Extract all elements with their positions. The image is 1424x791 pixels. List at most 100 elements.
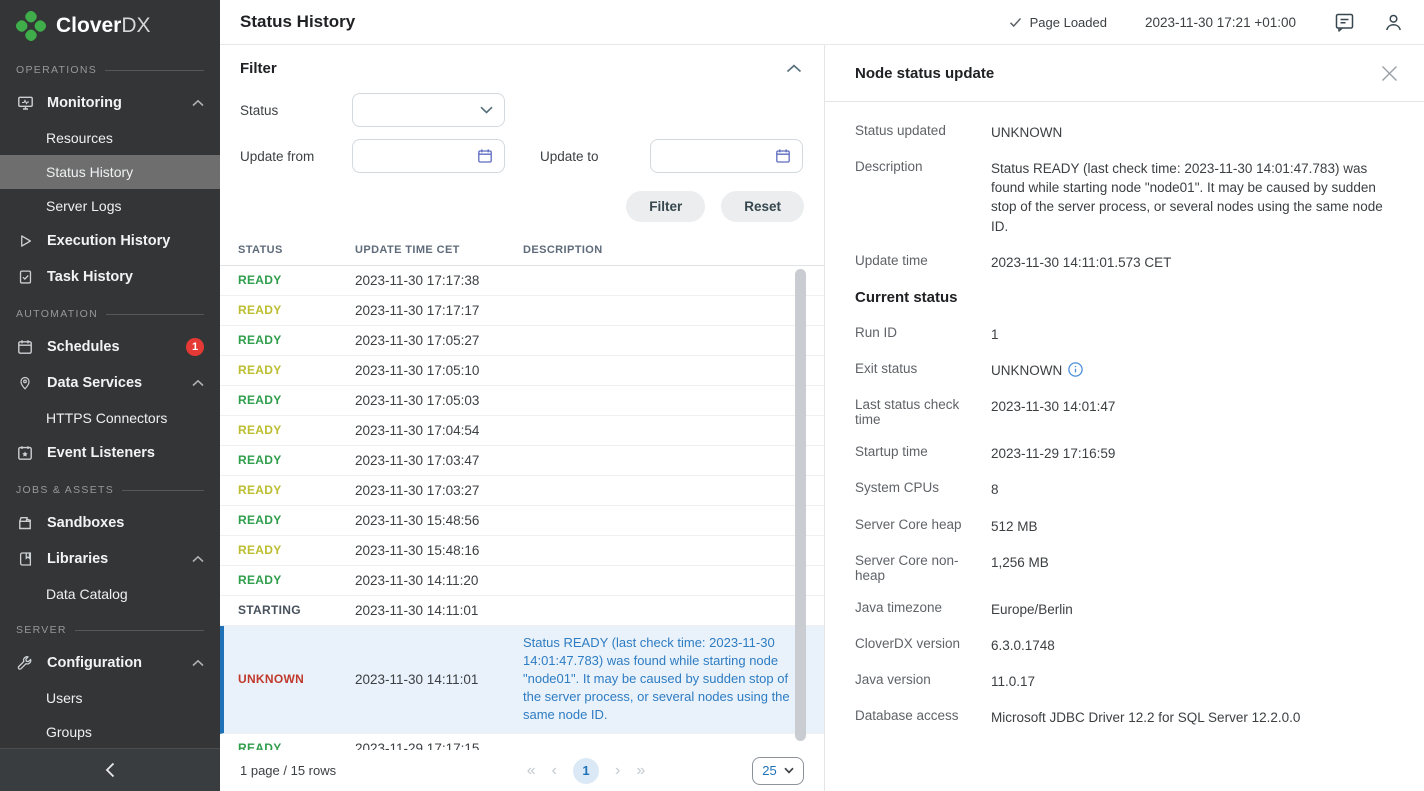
table-row[interactable]: READY 2023-11-30 17:05:10	[220, 356, 824, 386]
main-area: Status History Page Loaded 2023-11-30 17…	[220, 0, 1424, 791]
update-time-cell: 2023-11-30 17:17:17	[355, 303, 523, 318]
sidebar-item-data-catalog[interactable]: Data Catalog	[0, 577, 220, 611]
table-row[interactable]: READY 2023-11-30 17:05:03	[220, 386, 824, 416]
sidebar-item-schedules[interactable]: Schedules 1	[0, 329, 220, 365]
table-row[interactable]: READY 2023-11-30 14:11:20	[220, 566, 824, 596]
sidebar-item-label: Schedules	[47, 339, 173, 355]
table-row[interactable]: READY 2023-11-29 17:17:15	[220, 734, 824, 750]
sidebar-item-execution-history[interactable]: Execution History	[0, 223, 220, 259]
data-services-pin-icon	[16, 375, 34, 391]
sidebar-item-label: Data Services	[47, 375, 179, 391]
table-row[interactable]: READY 2023-11-30 17:03:27	[220, 476, 824, 506]
sidebar-item-groups[interactable]: Groups	[0, 715, 220, 748]
update-from-input[interactable]	[352, 139, 505, 173]
table-row[interactable]: READY 2023-11-30 15:48:56	[220, 506, 824, 536]
sidebar-item-users[interactable]: Users	[0, 681, 220, 715]
pagination-bar: 1 page / 15 rows « ‹ 1 › » 25	[220, 750, 824, 791]
update-time-cell: 2023-11-30 17:03:27	[355, 483, 523, 498]
table-row[interactable]: READY 2023-11-30 17:05:27	[220, 326, 824, 356]
sidebar-item-resources[interactable]: Resources	[0, 121, 220, 155]
column-header-update-time: UPDATE TIME CET	[355, 244, 523, 256]
user-icon[interactable]	[1383, 12, 1404, 33]
detail-row: Status updated UNKNOWN	[855, 123, 1396, 142]
sidebar-item-server-logs[interactable]: Server Logs	[0, 189, 220, 223]
section-jobs-assets: JOBS & ASSETS	[0, 471, 220, 505]
sidebar-nav: OPERATIONS Monitoring Resources Status H…	[0, 51, 220, 748]
table-row[interactable]: READY 2023-11-30 15:48:16	[220, 536, 824, 566]
sidebar-item-https-connectors[interactable]: HTTPS Connectors	[0, 401, 220, 435]
chevron-up-icon	[192, 99, 204, 107]
status-cell: STARTING	[238, 603, 355, 617]
status-cell: READY	[238, 363, 355, 377]
feedback-icon[interactable]	[1334, 12, 1355, 33]
chevron-up-icon	[192, 379, 204, 387]
check-icon	[1009, 17, 1022, 28]
detail-row: System CPUs 8	[855, 480, 1396, 499]
sidebar-item-task-history[interactable]: Task History	[0, 259, 220, 295]
section-operations: OPERATIONS	[0, 51, 220, 85]
last-page-button[interactable]: »	[636, 762, 645, 780]
status-cell: READY	[238, 513, 355, 527]
wrench-icon	[16, 655, 34, 671]
chevron-up-icon	[192, 659, 204, 667]
filter-button[interactable]: Filter	[626, 191, 705, 222]
table-scrollbar[interactable]	[795, 269, 806, 741]
sidebar: CloverDX OPERATIONS Monitoring Resources…	[0, 0, 220, 791]
page-loaded-status[interactable]: Page Loaded	[1009, 15, 1107, 30]
schedules-badge: 1	[186, 338, 204, 356]
chevron-up-icon	[192, 555, 204, 563]
sidebar-item-sandboxes[interactable]: Sandboxes	[0, 505, 220, 541]
sidebar-item-label: Event Listeners	[47, 445, 204, 461]
status-cell: READY	[238, 333, 355, 347]
update-time-cell: 2023-11-30 17:05:03	[355, 393, 523, 408]
sidebar-item-label: Execution History	[47, 233, 204, 249]
page-size-select[interactable]: 25	[752, 757, 804, 785]
detail-title: Node status update	[855, 65, 994, 82]
update-time-cell: 2023-11-30 17:03:47	[355, 453, 523, 468]
sidebar-item-event-listeners[interactable]: Event Listeners	[0, 435, 220, 471]
detail-row: Last status check time 2023-11-30 14:01:…	[855, 397, 1396, 427]
sidebar-item-status-history[interactable]: Status History	[0, 155, 220, 189]
sidebar-item-label: Libraries	[47, 551, 179, 567]
table-row[interactable]: READY 2023-11-30 17:04:54	[220, 416, 824, 446]
sidebar-collapse-button[interactable]	[0, 748, 220, 791]
detail-row: Java version 11.0.17	[855, 672, 1396, 691]
update-time-cell: 2023-11-30 15:48:56	[355, 513, 523, 528]
sidebar-item-data-services[interactable]: Data Services	[0, 365, 220, 401]
previous-page-button[interactable]: ‹	[552, 762, 557, 780]
update-to-input[interactable]	[650, 139, 803, 173]
sidebar-item-label: Sandboxes	[47, 515, 204, 531]
status-cell: READY	[238, 573, 355, 587]
status-cell: READY	[238, 483, 355, 497]
sidebar-item-configuration[interactable]: Configuration	[0, 645, 220, 681]
table-row[interactable]: READY 2023-11-30 17:17:38	[220, 266, 824, 296]
node-status-detail-panel: Node status update Status updated UNKNOW…	[824, 45, 1424, 791]
close-icon[interactable]	[1381, 65, 1398, 82]
calendar-star-icon	[16, 445, 34, 461]
sidebar-item-label: Monitoring	[47, 95, 179, 111]
first-page-button[interactable]: «	[527, 762, 536, 780]
column-header-status: STATUS	[238, 244, 355, 256]
update-time-cell: 2023-11-30 17:05:27	[355, 333, 523, 348]
table-row-selected[interactable]: UNKNOWN 2023-11-30 14:11:01 Status READY…	[220, 626, 824, 734]
detail-row: Database access Microsoft JDBC Driver 12…	[855, 708, 1396, 727]
filter-collapse-button[interactable]	[784, 62, 804, 75]
info-icon[interactable]	[1068, 362, 1083, 377]
play-icon	[16, 233, 34, 249]
reset-button[interactable]: Reset	[721, 191, 804, 222]
sidebar-item-monitoring[interactable]: Monitoring	[0, 85, 220, 121]
status-cell: READY	[238, 303, 355, 317]
detail-row: Java timezone Europe/Berlin	[855, 600, 1396, 619]
book-icon	[16, 551, 34, 567]
table-row[interactable]: READY 2023-11-30 17:17:17	[220, 296, 824, 326]
status-filter-select[interactable]	[352, 93, 505, 127]
next-page-button[interactable]: ›	[615, 762, 620, 780]
status-cell: READY	[238, 423, 355, 437]
cloverdx-logo: CloverDX	[0, 0, 220, 51]
monitor-icon	[16, 95, 34, 111]
sidebar-item-libraries[interactable]: Libraries	[0, 541, 220, 577]
current-page-button[interactable]: 1	[573, 758, 599, 784]
table-row[interactable]: STARTING 2023-11-30 14:11:01	[220, 596, 824, 626]
sidebar-item-label: Task History	[47, 269, 204, 285]
table-row[interactable]: READY 2023-11-30 17:03:47	[220, 446, 824, 476]
